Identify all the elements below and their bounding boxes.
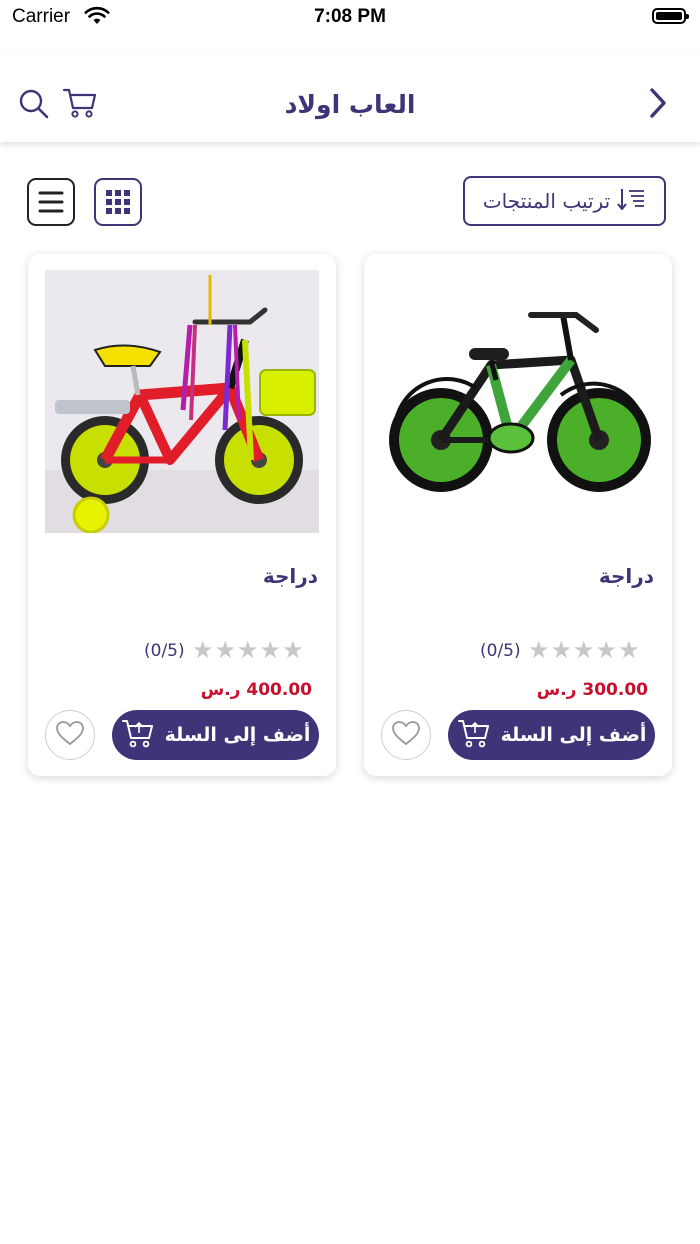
add-to-cart-button[interactable]: أضف إلى السلة [112,710,319,760]
star-icon: ★ [259,636,282,664]
sort-products-button[interactable]: ترتيب المنتجات [463,176,666,226]
star-icon: ★ [595,636,618,664]
add-to-cart-button[interactable]: أضف إلى السلة [448,710,655,760]
star-icon: ★ [550,636,573,664]
heart-icon [55,720,85,750]
wishlist-button[interactable] [381,710,431,760]
product-image[interactable] [381,270,655,533]
rating-stars: ★ ★ ★ ★ ★ [528,638,640,662]
status-bar: Carrier 7:08 PM [0,0,700,36]
status-time: 7:08 PM [314,6,386,27]
product-price: 300.00 ر.س [536,680,648,700]
cart-add-icon [457,717,491,753]
grid-view-button[interactable] [94,178,142,226]
product-price: 400.00 ر.س [200,680,312,700]
rating-text: (0/5) [480,641,521,661]
add-to-cart-label: أضف إلى السلة [500,724,647,746]
star-icon: ★ [214,636,237,664]
product-card[interactable]: دراجة ★ ★ ★ ★ ★ (0/5) 400.00 ر.س أضف إلى… [28,254,336,776]
add-to-cart-label: أضف إلى السلة [164,724,311,746]
star-icon: ★ [192,636,214,664]
heart-icon [391,720,421,750]
chevron-right-icon[interactable] [642,86,674,120]
sort-label: ترتيب المنتجات [482,189,611,213]
rating-text: (0/5) [144,641,185,661]
product-image[interactable] [45,270,319,534]
product-card[interactable]: دراجة ★ ★ ★ ★ ★ (0/5) 300.00 ر.س أضف إلى… [364,254,672,776]
star-icon: ★ [282,636,304,664]
product-name[interactable]: دراجة [599,564,654,588]
star-icon: ★ [237,636,259,664]
star-icon: ★ [618,636,640,664]
product-name[interactable]: دراجة [263,564,318,588]
page-title: العاب اولاد [284,90,416,119]
rating-stars: ★ ★ ★ ★ ★ [192,638,304,662]
star-icon: ★ [573,636,595,664]
navigation-bar: العاب اولاد [0,52,700,142]
battery-icon [652,8,689,24]
list-view-button[interactable] [27,178,75,226]
star-icon: ★ [528,636,550,664]
grid-view-icon [96,190,140,228]
list-view-icon [29,191,73,228]
wishlist-button[interactable] [45,710,95,760]
sort-icon [616,186,646,216]
cart-add-icon [121,717,155,753]
